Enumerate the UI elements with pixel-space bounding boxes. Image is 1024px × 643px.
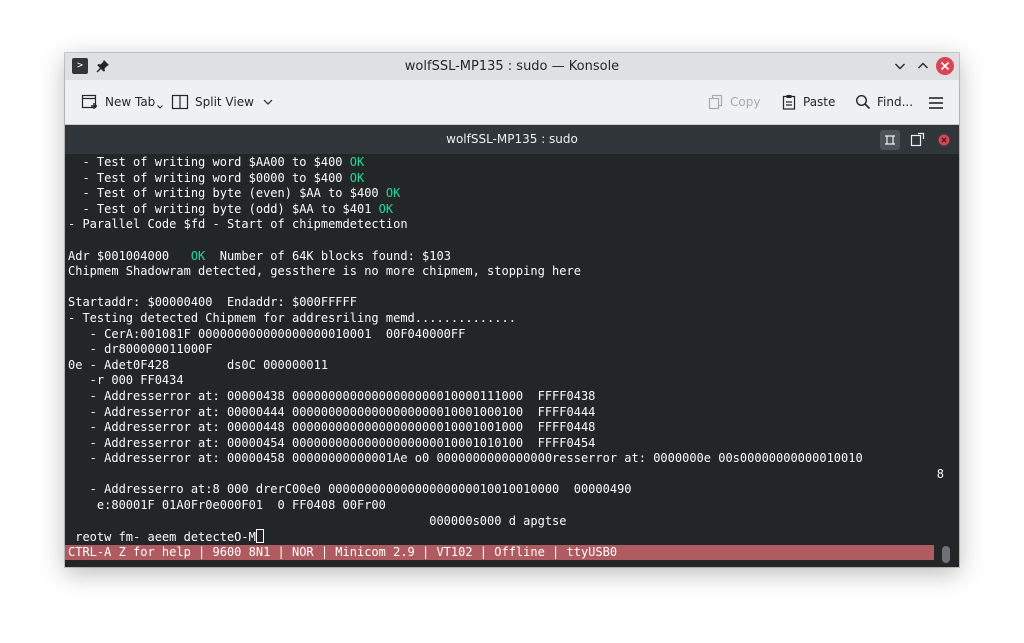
terminal-line-text: - Test of writing word $0000 to $400 xyxy=(68,170,350,185)
terminal-line-text: Adr $001004000 xyxy=(68,248,191,263)
copy-button[interactable]: Copy xyxy=(708,93,760,111)
maximize-view-icon[interactable] xyxy=(880,130,900,150)
terminal-line: - Addresserror at: 00000458 000000000000… xyxy=(68,451,944,467)
search-icon xyxy=(855,94,871,110)
terminal-line-text: Startaddr: $00000400 Endaddr: $000FFFFF xyxy=(68,295,357,310)
text-cursor xyxy=(255,529,264,544)
terminal-line: - Addresserro at:8 000 drerC00e0 0000000… xyxy=(68,482,944,498)
terminal-line: - Testing detected Chipmem for addresril… xyxy=(68,311,944,327)
split-view-label: Split View xyxy=(195,95,254,109)
terminal-output: - Test of writing word $AA00 to $400 OK … xyxy=(65,155,944,561)
terminal-line: - CerA:001081F 000000000000000000010001 … xyxy=(68,327,944,343)
detach-view-icon[interactable] xyxy=(907,130,927,150)
terminal-line: - Addresserror at: 00000438 000000000000… xyxy=(68,389,944,405)
ok-status: OK xyxy=(349,170,365,185)
terminal-line-text: - Testing detected Chipmem for addresril… xyxy=(68,310,516,325)
terminal-line-text: Chipmem Shadowram detected, gessthere is… xyxy=(68,264,581,279)
terminal-line: Chipmem Shadowram detected, gessthere is… xyxy=(68,264,944,280)
terminal-line: 8 xyxy=(68,467,944,483)
terminal-line-text: e:80001F 01A0Fr0e000F01 0 FF0408 00Fr00 xyxy=(68,498,386,513)
window-title: wolfSSL-MP135 : sudo — Konsole xyxy=(404,59,620,74)
copy-icon xyxy=(708,94,723,110)
paste-button[interactable]: Paste xyxy=(781,93,835,111)
terminal-line-text: - Addresserror at: 00000454 000000000000… xyxy=(68,435,596,450)
maximize-button[interactable] xyxy=(914,57,932,75)
minicom-status-line: CTRL-A Z for help | 9600 8N1 | NOR | Min… xyxy=(65,544,934,561)
terminal-line-text: CTRL-A Z for help | 9600 8N1 | NOR | Min… xyxy=(68,544,618,559)
terminal-line-text: - Test of writing byte (odd) $AA to $401 xyxy=(68,201,379,216)
terminal-line-text: reotw fm- aeem detecteO-M xyxy=(68,530,256,545)
terminal-line-text: -r 000 FF0434 xyxy=(68,373,184,388)
ok-status: OK xyxy=(190,248,206,263)
terminal-line: -r 000 FF0434 xyxy=(68,373,944,389)
terminal-line: - Test of writing word $0000 to $400 OK xyxy=(68,171,944,187)
terminal-line: - dr800000011000F xyxy=(68,342,944,358)
ok-status: OK xyxy=(349,155,365,169)
terminal-line: 0e - Adet0F428 ds0C 000000011 xyxy=(68,358,944,374)
terminal-line-text: - Test of writing byte (even) $AA to $40… xyxy=(68,186,386,201)
terminal-area[interactable]: - Test of writing word $AA00 to $400 OK … xyxy=(65,154,959,567)
terminal-line-text: - Parallel Code $fd - Start of chipmemde… xyxy=(68,217,408,232)
chevron-down-icon xyxy=(157,105,164,109)
terminal-line-text: 8 xyxy=(936,466,944,481)
terminal-tab-header: wolfSSL-MP135 : sudo xyxy=(65,125,959,154)
terminal-line-text: - Addresserror at: 00000448 000000000000… xyxy=(68,420,596,435)
ok-status: OK xyxy=(378,201,394,216)
terminal-line-text: 0e - Adet0F428 ds0C 000000011 xyxy=(68,357,329,372)
new-tab-button[interactable]: New Tab xyxy=(81,93,164,111)
main-toolbar: New Tab Split View Copy Paste Find... xyxy=(65,80,959,125)
terminal-line: - Parallel Code $fd - Start of chipmemde… xyxy=(68,217,944,233)
terminal-line: reotw fm- aeem detecteO-M xyxy=(68,529,944,545)
terminal-line-text: Number of 64K blocks found: $103 xyxy=(205,248,451,263)
terminal-line-text: - Addresserror at: 00000458 000000000000… xyxy=(68,451,863,466)
paste-icon xyxy=(782,95,796,110)
close-view-icon[interactable] xyxy=(934,130,954,150)
minimize-button[interactable] xyxy=(891,57,909,75)
terminal-line-text: - dr800000011000F xyxy=(68,342,213,357)
terminal-line: - Test of writing word $AA00 to $400 OK xyxy=(68,155,944,171)
terminal-line-text: - Addresserro at:8 000 drerC00e0 0000000… xyxy=(68,482,632,497)
terminal-line: Adr $001004000 OK Number of 64K blocks f… xyxy=(68,249,944,265)
close-button[interactable] xyxy=(936,57,954,75)
find-button[interactable]: Find... xyxy=(855,93,913,111)
konsole-window: > wolfSSL-MP135 : sudo — Konsole New Tab xyxy=(65,53,959,567)
terminal-line: - Test of writing byte (odd) $AA to $401… xyxy=(68,202,944,218)
hamburger-menu-icon[interactable] xyxy=(928,94,944,112)
tab-title: wolfSSL-MP135 : sudo xyxy=(446,132,578,146)
paste-label: Paste xyxy=(803,95,836,109)
split-view-button[interactable]: Split View xyxy=(171,93,274,111)
terminal-line-text: - Addresserror at: 00000444 000000000000… xyxy=(68,404,596,419)
scrollbar[interactable] xyxy=(942,546,950,563)
title-bar[interactable]: > wolfSSL-MP135 : sudo — Konsole xyxy=(65,53,959,80)
terminal-line: - Test of writing byte (even) $AA to $40… xyxy=(68,186,944,202)
terminal-line-text: - CerA:001081F 000000000000000000010001 … xyxy=(68,326,466,341)
terminal-line: Startaddr: $00000400 Endaddr: $000FFFFF xyxy=(68,295,944,311)
terminal-line: - Addresserror at: 00000454 000000000000… xyxy=(68,436,944,452)
terminal-line-text: 000000s000 d apgtse xyxy=(68,513,567,528)
terminal-line: e:80001F 01A0Fr0e000F01 0 FF0408 00Fr00 xyxy=(68,498,944,514)
new-tab-label: New Tab xyxy=(105,95,156,109)
terminal-line: - Addresserror at: 00000444 000000000000… xyxy=(68,405,944,421)
new-tab-icon xyxy=(81,94,97,109)
copy-label: Copy xyxy=(730,95,761,109)
find-label: Find... xyxy=(877,95,914,109)
terminal-line: - Addresserror at: 00000448 000000000000… xyxy=(68,420,944,436)
terminal-line-text: - Test of writing word $AA00 to $400 xyxy=(68,155,350,169)
terminal-line-text: - Addresserror at: 00000438 000000000000… xyxy=(68,388,596,403)
chevron-down-icon xyxy=(263,99,273,105)
split-view-icon xyxy=(171,94,189,110)
ok-status: OK xyxy=(385,186,401,201)
terminal-line: 000000s000 d apgtse xyxy=(68,514,944,530)
